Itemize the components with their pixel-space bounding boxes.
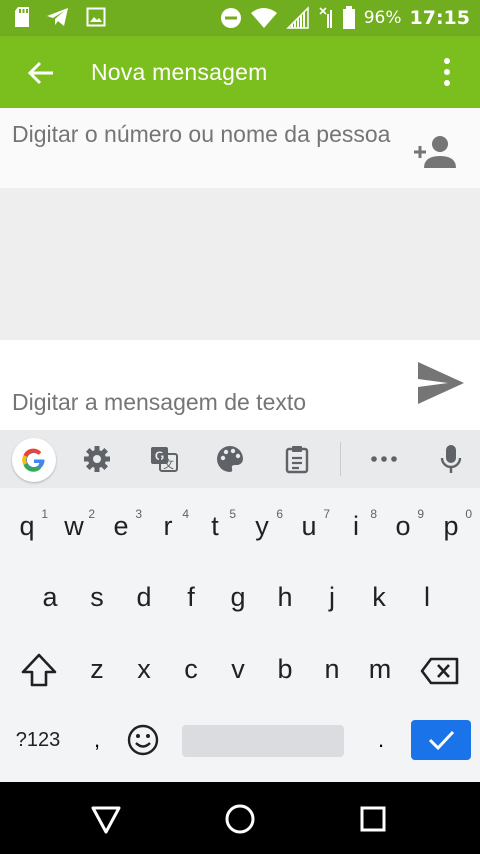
key-h[interactable]: h [262,569,308,625]
soft-keyboard: G文 q1 w2 e3 r4 t5 y6 u7 i8 o9 p0 a s d f… [0,430,480,782]
key-s[interactable]: s [74,569,120,625]
key-z[interactable]: z [74,641,120,697]
enter-button[interactable] [411,720,471,760]
period-key[interactable]: . [364,712,398,768]
key-l[interactable]: l [404,569,450,625]
back-arrow-icon[interactable] [26,58,56,88]
key-g[interactable]: g [215,569,261,625]
key-r[interactable]: r4 [145,498,191,554]
key-p[interactable]: p0 [428,498,474,554]
more-icon[interactable] [369,444,399,474]
keyboard-toolbar: G文 [0,430,480,488]
backspace-icon[interactable] [420,656,460,686]
palette-icon[interactable] [215,444,245,474]
no-signal-icon [319,7,332,28]
home-circle-icon[interactable] [223,802,257,836]
key-k[interactable]: k [356,569,402,625]
message-input[interactable]: Digitar a mensagem de texto [12,389,392,416]
battery-icon [342,6,355,29]
key-a[interactable]: a [27,569,73,625]
key-d[interactable]: d [121,569,167,625]
key-w[interactable]: w2 [51,498,97,554]
recipient-input[interactable]: Digitar o número ou nome da pessoa [12,118,392,150]
key-b[interactable]: b [262,641,308,697]
back-triangle-icon[interactable] [89,802,123,836]
key-e[interactable]: e3 [98,498,144,554]
emoji-icon[interactable] [126,723,160,757]
navigation-bar [0,782,480,854]
do-not-disturb-icon [220,8,241,28]
add-contact-icon[interactable] [412,132,458,172]
toolbar-divider [340,442,341,476]
overflow-menu-icon[interactable] [436,56,458,88]
key-f[interactable]: f [168,569,214,625]
status-bar: 96% 17:15 [0,0,480,36]
page-title: Nova mensagem [91,59,268,85]
google-icon[interactable] [12,438,56,482]
key-i[interactable]: i8 [333,498,379,554]
wifi-icon [250,8,277,28]
image-icon [86,7,106,27]
key-q[interactable]: q1 [4,498,50,554]
key-j[interactable]: j [309,569,355,625]
key-u[interactable]: u7 [286,498,332,554]
key-y[interactable]: y6 [239,498,285,554]
space-bar[interactable] [182,725,344,757]
key-m[interactable]: m [357,641,403,697]
telegram-icon [47,8,68,26]
mic-icon[interactable] [436,444,466,474]
battery-percent: 96% [363,8,402,28]
recipient-bar: Digitar o número ou nome da pessoa [0,108,480,188]
settings-icon[interactable] [82,444,112,474]
key-o[interactable]: o9 [380,498,426,554]
key-c[interactable]: c [168,641,214,697]
key-v[interactable]: v [215,641,261,697]
key-t[interactable]: t5 [192,498,238,554]
message-thread-area [0,188,480,340]
signal-icon [285,6,309,29]
key-x[interactable]: x [121,641,167,697]
clock: 17:15 [409,7,470,29]
clipboard-icon[interactable] [282,444,312,474]
svg-text:文: 文 [163,457,174,471]
app-bar: Nova mensagem [0,36,480,108]
send-icon[interactable] [416,360,466,406]
compose-bar: Digitar a mensagem de texto [0,340,480,430]
check-icon [428,730,455,751]
symbols-key[interactable]: ?123 [8,712,68,768]
comma-key[interactable]: , [80,712,114,768]
recents-square-icon[interactable] [356,802,390,836]
shift-icon[interactable] [20,652,58,688]
translate-icon[interactable]: G文 [149,444,179,474]
key-n[interactable]: n [309,641,355,697]
sd-card-icon [15,7,29,27]
